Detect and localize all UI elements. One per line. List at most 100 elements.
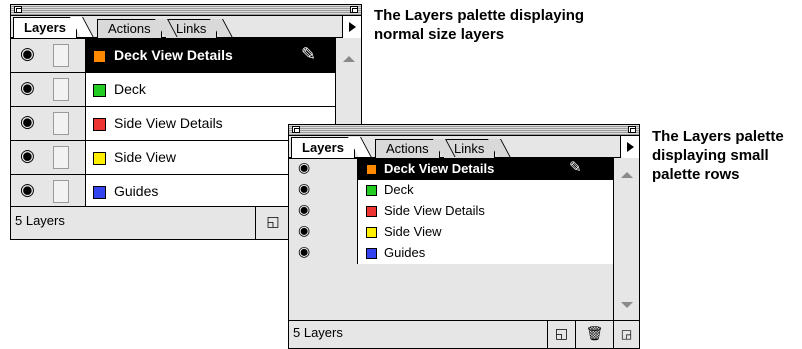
palette-titlebar[interactable] [11, 5, 361, 16]
layer-row[interactable]: ◉ Side View Details [11, 107, 335, 141]
zoom-box-icon[interactable] [628, 126, 636, 133]
tab-actions[interactable]: Actions [97, 19, 162, 38]
layer-name: Deck [384, 182, 414, 197]
close-box-icon[interactable] [292, 126, 300, 133]
lock-cell[interactable] [47, 39, 86, 72]
layer-row[interactable]: ◉ Side View [289, 222, 613, 243]
layer-name: Side View Details [114, 115, 223, 131]
visibility-cell[interactable]: ◉ [11, 107, 48, 140]
palette-footer: 5 Layers ◱ 🗑 ◲ [289, 320, 639, 348]
palette-menu-icon[interactable] [620, 136, 639, 158]
layer-color-swatch [366, 227, 377, 238]
lock-cell[interactable] [47, 141, 86, 174]
layers-palette-small: Links Actions Layers ◉ Deck View Details ✎… [288, 124, 640, 349]
layer-count: 5 Layers [293, 325, 343, 340]
caption-small-line2: displaying small [652, 147, 769, 164]
layer-row[interactable]: ◉ Side View [11, 141, 335, 175]
tab-actions[interactable]: Actions [375, 139, 440, 158]
eye-icon[interactable]: ◉ [298, 245, 310, 259]
layer-list: ◉ Deck View Details ✎ ◉ Deck ◉ Side View Detai… [289, 158, 613, 264]
eye-icon[interactable]: ◉ [298, 203, 310, 217]
tab-layers[interactable]: Layers [13, 17, 77, 38]
resize-grip-icon[interactable]: ◲ [613, 321, 639, 348]
caption-normal-line2: normal size layers [374, 26, 505, 43]
eye-icon[interactable]: ◉ [298, 161, 310, 175]
lock-cell[interactable] [47, 175, 86, 208]
palette-tabs: Links Actions Layers [11, 16, 361, 38]
palette-titlebar[interactable] [289, 125, 639, 136]
eye-icon[interactable]: ◉ [20, 182, 35, 199]
lock-cell[interactable] [323, 243, 358, 264]
visibility-cell[interactable]: ◉ [289, 180, 324, 201]
lock-toggle[interactable] [53, 112, 69, 135]
layer-row[interactable]: ◉ Guides [11, 175, 335, 209]
lock-cell[interactable] [47, 107, 86, 140]
new-layer-button[interactable]: ◱ [255, 207, 291, 239]
lock-cell[interactable] [323, 180, 358, 201]
lock-toggle[interactable] [53, 146, 69, 169]
vertical-scrollbar[interactable] [613, 158, 639, 322]
layer-name: Side View [114, 149, 177, 165]
layer-color-swatch [93, 118, 106, 131]
zoom-box-icon[interactable] [350, 6, 358, 13]
layer-name: Side View [384, 224, 442, 239]
eye-icon[interactable]: ◉ [20, 46, 35, 63]
tab-layers[interactable]: Layers [291, 137, 355, 158]
layer-color-swatch [93, 50, 106, 63]
layer-name: Guides [384, 245, 426, 260]
layer-name: Guides [114, 183, 159, 199]
visibility-cell[interactable]: ◉ [289, 159, 324, 180]
layer-list: ◉ Deck View Details ✎ ◉ Deck ◉ Side View Detai… [11, 38, 335, 209]
lock-toggle[interactable] [53, 180, 69, 203]
scroll-up-icon[interactable] [343, 56, 355, 62]
caption-small-line3: palette rows [652, 166, 740, 183]
visibility-cell[interactable]: ◉ [289, 201, 324, 222]
lock-cell[interactable] [323, 201, 358, 222]
palette-tabs: Links Actions Layers [289, 136, 639, 158]
new-layer-button[interactable]: ◱ [547, 321, 575, 348]
layer-name: Deck [114, 81, 146, 97]
lock-toggle[interactable] [53, 44, 69, 67]
eye-icon[interactable]: ◉ [20, 80, 35, 97]
visibility-cell[interactable]: ◉ [11, 175, 48, 208]
visibility-cell[interactable]: ◉ [11, 73, 48, 106]
layer-count: 5 Layers [15, 213, 65, 228]
pen-icon: ✎ [569, 158, 582, 176]
scroll-down-icon[interactable] [621, 302, 633, 308]
visibility-cell[interactable]: ◉ [11, 141, 48, 174]
layer-color-swatch [366, 164, 377, 175]
layer-row[interactable]: ◉ Deck [11, 73, 335, 107]
lock-cell[interactable] [323, 159, 358, 180]
visibility-cell[interactable]: ◉ [11, 39, 48, 72]
layer-row[interactable]: ◉ Guides [289, 243, 613, 264]
caption-normal: The Layers palette displaying normal siz… [374, 6, 584, 44]
palette-menu-icon[interactable] [342, 16, 361, 38]
eye-icon[interactable]: ◉ [20, 114, 35, 131]
layer-row[interactable]: ◉ Deck View Details ✎ [11, 39, 335, 73]
layer-color-swatch [366, 185, 377, 196]
lock-cell[interactable] [47, 73, 86, 106]
eye-icon[interactable]: ◉ [298, 224, 310, 238]
lock-toggle[interactable] [53, 78, 69, 101]
layer-color-swatch [93, 152, 106, 165]
caption-small-line1: The Layers palette [652, 128, 784, 145]
visibility-cell[interactable]: ◉ [289, 222, 324, 243]
layer-color-swatch [93, 84, 106, 97]
caption-small: The Layers palette displaying small pale… [652, 127, 784, 184]
layer-row[interactable]: ◉ Deck View Details ✎ [289, 159, 613, 180]
eye-icon[interactable]: ◉ [298, 182, 310, 196]
layer-color-swatch [366, 206, 377, 217]
layer-name: Deck View Details [384, 161, 495, 176]
layer-color-swatch [366, 248, 377, 259]
layer-row[interactable]: ◉ Deck [289, 180, 613, 201]
pen-icon: ✎ [301, 44, 317, 65]
layer-row[interactable]: ◉ Side View Details [289, 201, 613, 222]
eye-icon[interactable]: ◉ [20, 148, 35, 165]
close-box-icon[interactable] [14, 6, 22, 13]
scroll-up-icon[interactable] [621, 172, 633, 178]
layer-color-swatch [93, 186, 106, 199]
empty-list-area [289, 264, 613, 322]
visibility-cell[interactable]: ◉ [289, 243, 324, 264]
trash-button[interactable]: 🗑 [575, 321, 613, 348]
lock-cell[interactable] [323, 222, 358, 243]
